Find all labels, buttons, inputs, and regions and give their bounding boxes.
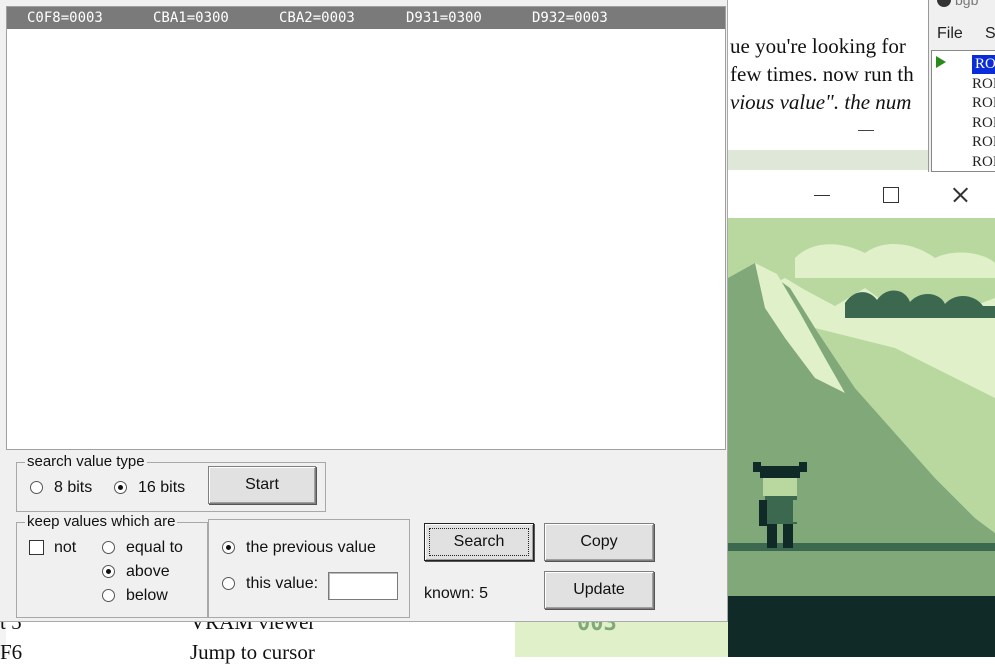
cheat-results-list[interactable]: C0F8=0003 CBA1=0300 CBA2=0003 D931=0300 … [6,6,726,450]
maximize-icon[interactable] [880,184,902,206]
debugger-window: bgb File S ROM ROM ROM ROM ROM ROM [928,0,995,172]
disassembly-row[interactable]: ROM [972,114,995,133]
article-dash [858,130,874,131]
radio-below-label[interactable]: below [126,587,168,605]
shortcut-description: Jump to cursor [190,640,315,664]
compare-to-group [208,519,410,618]
radio-equal-to-label[interactable]: equal to [126,539,183,557]
ground-dark [728,596,995,657]
shortcut-key: F6 [0,640,23,664]
radio-previous-value[interactable] [222,541,235,554]
radio-16-bits[interactable] [114,481,127,494]
search-button[interactable]: Search [424,523,534,561]
radio-previous-value-label[interactable]: the previous value [246,539,376,557]
radio-8-bits-label[interactable]: 8 bits [54,479,92,497]
radio-this-value[interactable] [222,577,235,590]
results-header-row[interactable]: C0F8=0003 CBA1=0300 CBA2=0003 D931=0300 … [7,7,725,29]
minimize-icon[interactable] [811,184,833,206]
start-button[interactable]: Start [208,466,316,504]
radio-8-bits[interactable] [30,481,43,494]
close-icon[interactable] [949,184,971,206]
article-line: vious value". the num [730,90,912,114]
debugger-title: bgb [937,0,978,8]
cheat-search-dialog: C0F8=0003 CBA1=0300 CBA2=0003 D931=0300 … [0,0,728,622]
disassembly-row[interactable]: ROM [972,153,995,171]
radio-16-bits-label[interactable]: 16 bits [138,479,185,497]
disassembly-row[interactable]: ROM [972,55,995,74]
menu-file[interactable]: File [937,25,963,43]
keep-values-label: keep values which are [25,513,178,531]
emulator-title-bar [728,172,995,218]
article-line: few times. now run th [730,62,914,86]
disassembly-list[interactable]: ROM ROM ROM ROM ROM ROM [931,50,995,172]
article-shaded-block [728,150,928,170]
radio-this-value-label[interactable]: this value: [246,575,318,593]
search-value-type-label: search value type [25,453,147,471]
bug-icon [937,0,951,7]
radio-equal-to[interactable] [102,541,115,554]
radio-above-label[interactable]: above [126,563,170,581]
result-entry[interactable]: C0F8=0003 [27,7,103,29]
radio-above[interactable] [102,565,115,578]
radio-below[interactable] [102,589,115,602]
disassembly-row[interactable]: ROM [972,94,995,113]
disassembly-row[interactable]: ROM [972,75,995,94]
result-entry[interactable]: CBA1=0300 [153,7,229,29]
not-checkbox-label[interactable]: not [54,539,76,557]
debugger-menu-bar: File S [929,22,995,48]
this-value-input[interactable] [328,572,398,600]
result-entry[interactable]: D932=0003 [532,7,608,29]
known-count: known: 5 [424,585,489,602]
disassembly-row[interactable]: ROM [972,133,995,152]
result-entry[interactable]: CBA2=0003 [279,7,355,29]
pc-arrow-icon [936,56,946,68]
update-button[interactable]: Update [544,571,654,609]
copy-button[interactable]: Copy [544,523,654,561]
article-line: ue you're looking for [730,34,906,58]
not-checkbox[interactable] [29,540,44,555]
menu-s[interactable]: S [985,25,995,43]
result-entry[interactable]: D931=0300 [406,7,482,29]
